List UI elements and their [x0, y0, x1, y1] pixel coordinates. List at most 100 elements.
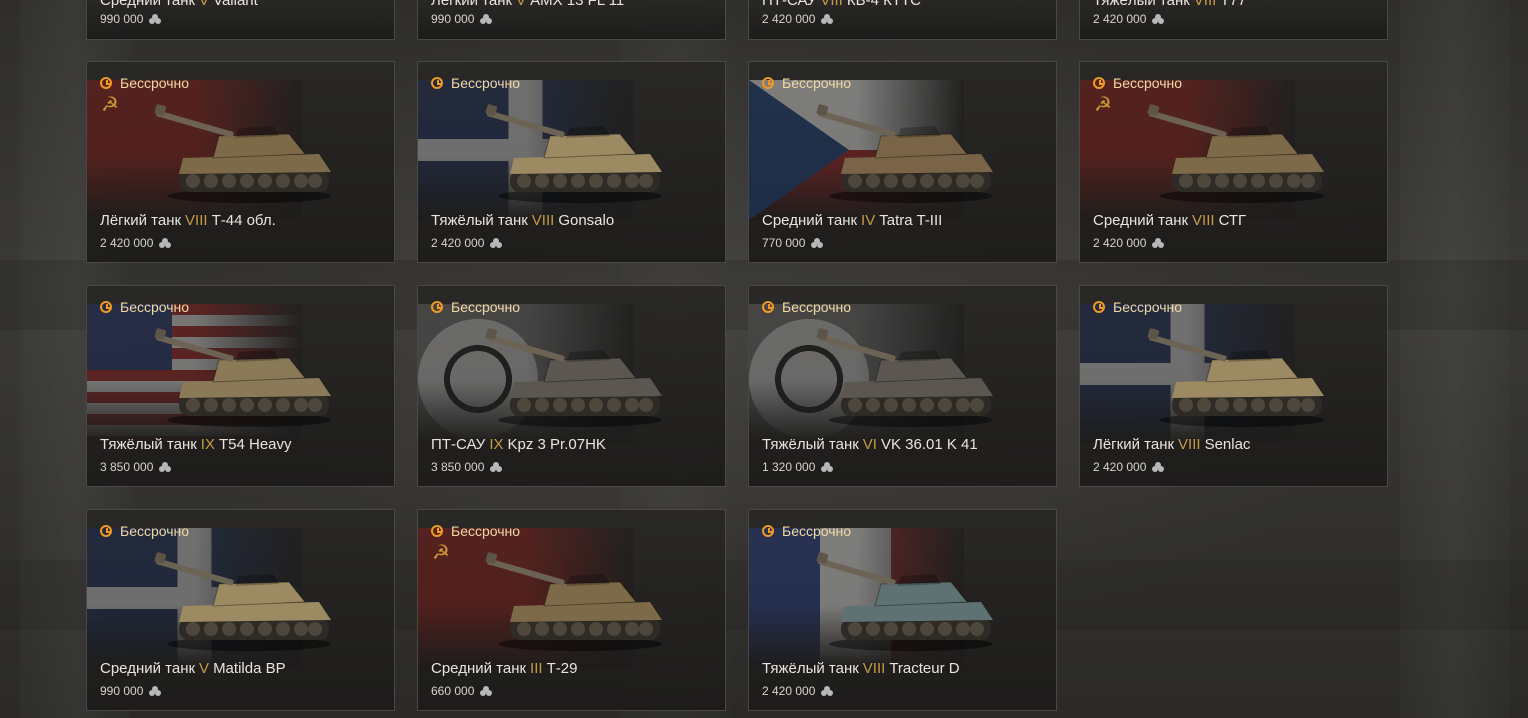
vehicle-card[interactable]: Бессрочно ПТ-САУ IX Kpz 3 Pr.07HK 3 850 00… — [417, 285, 726, 487]
vehicle-class: ПТ-САУ — [762, 0, 817, 9]
credits-icon — [480, 14, 493, 24]
vehicle-tier: IX — [200, 436, 215, 453]
vehicle-class: Лёгкий танк — [100, 212, 182, 229]
vehicle-title: T54 Heavy — [218, 436, 292, 453]
rental-badge: Бессрочно — [762, 299, 851, 315]
credits-icon — [159, 238, 172, 248]
vehicle-title: Valiant — [213, 0, 258, 9]
price-value: 770 000 — [762, 236, 806, 250]
vehicle-card[interactable]: ☭ Бессрочно Средний танк VIII СТГ 2 420 00… — [1079, 61, 1388, 263]
price-value: 2 420 000 — [100, 236, 154, 250]
vehicle-card[interactable]: ПТ-САУ VIII КВ-4 КТТС 2 420 000 — [748, 0, 1057, 40]
price-value: 2 420 000 — [762, 12, 816, 26]
rental-status: Бессрочно — [451, 523, 521, 539]
vehicle-card[interactable]: Лёгкий танк V AMX 13 FL 11 990 000 — [417, 0, 726, 40]
price-value: 1 320 000 — [762, 460, 816, 474]
credits-icon — [821, 14, 834, 24]
vehicle-title: AMX 13 FL 11 — [530, 0, 625, 9]
rental-badge: Бессрочно — [1093, 299, 1182, 315]
tank-image — [816, 328, 993, 427]
vehicle-class: Лёгкий танк — [431, 0, 513, 9]
rental-badge: Бессрочно — [431, 523, 520, 539]
vehicle-name: Тяжёлый танк VI VK 36.01 K 41 — [762, 436, 978, 453]
price-value: 2 420 000 — [1093, 460, 1147, 474]
hammer-sickle-icon: ☭ — [1094, 94, 1112, 116]
tank-image — [816, 104, 993, 203]
price-value: 2 420 000 — [762, 684, 816, 698]
rental-status: Бессрочно — [1113, 299, 1183, 315]
vehicle-price: 2 420 000 — [1093, 236, 1165, 250]
price-value: 990 000 — [431, 12, 475, 26]
vehicle-price: 2 420 000 — [100, 236, 172, 250]
clock-icon — [100, 301, 112, 313]
price-value: 2 420 000 — [1093, 236, 1147, 250]
vehicle-card[interactable]: Бессрочно Средний танк IV Tatra T-III 770 … — [748, 61, 1057, 263]
vehicle-card[interactable]: ☭ Бессрочно Лёгкий танк VIII Т-44 обл. 2 4… — [86, 61, 395, 263]
clock-icon — [100, 77, 112, 89]
rental-badge: Бессрочно — [431, 299, 520, 315]
rental-badge: Бессрочно — [431, 75, 520, 91]
vehicle-price: 770 000 — [762, 236, 824, 250]
vehicle-price: 1 320 000 — [762, 460, 834, 474]
rental-status: Бессрочно — [782, 75, 852, 91]
vehicle-class: ПТ-САУ — [431, 436, 486, 453]
credits-icon — [490, 462, 503, 472]
vehicle-name: ПТ-САУ VIII КВ-4 КТТС — [762, 0, 921, 9]
credits-icon — [821, 686, 834, 696]
vehicle-card[interactable]: Тяжёлый танк VIII Т77 2 420 000 — [1079, 0, 1388, 40]
vehicle-card[interactable]: Средний танк V Valiant 990 000 — [86, 0, 395, 40]
vehicle-name: Тяжёлый танк VIII Gonsalo — [431, 212, 614, 229]
vehicle-card[interactable]: ☭ Бессрочно Средний танк III Т-29 660 000 — [417, 509, 726, 711]
vehicle-tier: V — [199, 660, 210, 677]
price-value: 2 420 000 — [1093, 12, 1147, 26]
vehicle-class: Тяжёлый танк — [762, 436, 859, 453]
vehicle-card[interactable]: Бессрочно Тяжёлый танк IX T54 Heavy 3 850 … — [86, 285, 395, 487]
rental-badge: Бессрочно — [100, 523, 189, 539]
vehicle-class: Лёгкий танк — [1093, 436, 1175, 453]
vehicle-title: Tatra T-III — [879, 212, 943, 229]
vehicle-name: Средний танк III Т-29 — [431, 660, 577, 677]
clock-icon — [762, 301, 774, 313]
price-value: 3 850 000 — [100, 460, 154, 474]
vehicle-class: Средний танк — [100, 0, 196, 9]
rental-status: Бессрочно — [451, 299, 521, 315]
vehicle-tier: IV — [861, 212, 876, 229]
vehicle-name: Средний танк IV Tatra T-III — [762, 212, 942, 229]
vehicle-price: 990 000 — [100, 684, 162, 698]
vehicle-card[interactable]: Бессрочно Тяжёлый танк VIII Gonsalo 2 420 … — [417, 61, 726, 263]
vehicle-price: 2 420 000 — [762, 684, 834, 698]
rental-badge: Бессрочно — [100, 299, 189, 315]
clock-icon — [431, 77, 443, 89]
vehicle-title: КВ-4 КТТС — [846, 0, 921, 9]
vehicle-title: Kpz 3 Pr.07HK — [507, 436, 606, 453]
credits-icon — [1152, 14, 1165, 24]
vehicle-tier: VIII — [531, 212, 555, 229]
vehicle-card[interactable]: Бессрочно Тяжёлый танк VI VK 36.01 K 41 1 … — [748, 285, 1057, 487]
vehicle-name: Средний танк V Matilda BP — [100, 660, 286, 677]
vehicle-tier: VI — [862, 436, 877, 453]
vehicle-tier: VIII — [862, 660, 886, 677]
vehicle-title: Tracteur D — [889, 660, 960, 677]
vehicle-tier: VIII — [1193, 0, 1217, 9]
rental-badge: Бессрочно — [100, 75, 189, 91]
vehicle-card[interactable]: Бессрочно Средний танк V Matilda BP 990 00… — [86, 509, 395, 711]
tank-image — [485, 328, 662, 427]
vehicle-card[interactable]: Бессрочно Лёгкий танк VIII Senlac 2 420 00… — [1079, 285, 1388, 487]
clock-icon — [431, 301, 443, 313]
rental-status: Бессрочно — [120, 299, 190, 315]
tank-image — [485, 552, 662, 651]
clock-icon — [1093, 77, 1105, 89]
clock-icon — [1093, 301, 1105, 313]
rental-badge: Бессрочно — [1093, 75, 1182, 91]
vehicle-title: Т-29 — [546, 660, 578, 677]
vehicle-tier: V — [516, 0, 527, 9]
vehicle-price: 660 000 — [431, 684, 493, 698]
vehicle-card[interactable]: Бессрочно Тяжёлый танк VIII Tracteur D 2 4… — [748, 509, 1057, 711]
vehicle-price: 990 000 — [431, 12, 493, 26]
credits-icon — [149, 686, 162, 696]
vehicle-class: Средний танк — [431, 660, 527, 677]
hammer-sickle-icon: ☭ — [101, 94, 119, 116]
price-value: 990 000 — [100, 684, 144, 698]
vehicle-title: VK 36.01 K 41 — [880, 436, 978, 453]
vehicle-name: Тяжёлый танк VIII Т77 — [1093, 0, 1246, 9]
